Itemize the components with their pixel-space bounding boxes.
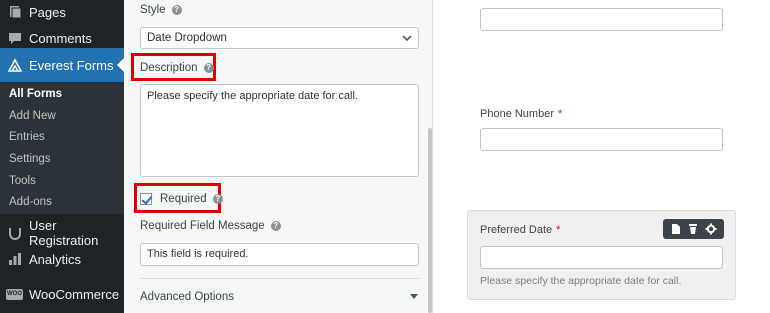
menu-item-analytics[interactable]: Analytics <box>0 242 124 276</box>
description-label-row: Description ? <box>140 62 214 74</box>
submenu-add-new[interactable]: Add New <box>9 110 56 122</box>
submenu-tools[interactable]: Tools <box>9 175 36 187</box>
description-textarea[interactable]: Please specify the appropriate date for … <box>140 84 419 177</box>
field-toolbar <box>663 219 724 239</box>
comments-icon <box>8 31 22 45</box>
woocommerce-icon: WOO <box>6 288 23 300</box>
advanced-options-toggle[interactable]: Advanced Options <box>140 291 419 303</box>
preferred-date-label-text: Preferred Date <box>480 224 553 236</box>
user-registration-icon <box>8 226 22 240</box>
phone-number-label: Phone Number * <box>480 108 562 120</box>
advanced-options-label: Advanced Options <box>140 291 234 303</box>
required-message-label: Required Field Message <box>140 220 265 232</box>
menu-item-label: Comments <box>29 30 92 46</box>
admin-sidebar: Pages Comments Everest Forms All Forms A… <box>0 0 124 313</box>
gear-icon[interactable] <box>704 222 718 236</box>
style-select-value: Date Dropdown <box>147 32 227 44</box>
submenu-settings[interactable]: Settings <box>9 153 51 165</box>
help-icon[interactable]: ? <box>212 194 223 204</box>
menu-item-everest-forms[interactable]: Everest Forms <box>0 48 124 82</box>
submenu-all-forms[interactable]: All Forms <box>9 88 62 100</box>
menu-item-label: Pages <box>29 4 66 20</box>
style-label: Style <box>140 4 166 16</box>
description-label: Description <box>140 62 198 74</box>
required-message-input[interactable]: This field is required. <box>140 243 419 266</box>
menu-item-label: Everest Forms <box>29 57 114 73</box>
trash-icon[interactable] <box>686 222 700 236</box>
style-select[interactable]: Date Dropdown <box>140 27 419 49</box>
help-icon[interactable]: ? <box>171 5 182 15</box>
field-options-panel: Style ? Date Dropdown Description ? Plea… <box>124 0 433 313</box>
caret-down-icon <box>409 291 419 303</box>
menu-item-woocommerce[interactable]: WOO WooCommerce <box>0 277 124 311</box>
required-checkbox[interactable] <box>140 193 152 205</box>
submenu-add-ons[interactable]: Add-ons <box>9 196 52 208</box>
active-indicator <box>117 58 124 72</box>
submenu-entries[interactable]: Entries <box>9 131 45 143</box>
phone-number-input[interactable] <box>480 128 723 151</box>
menu-item-label: WooCommerce <box>29 286 120 302</box>
duplicate-icon[interactable] <box>669 222 683 236</box>
section-divider <box>140 278 419 279</box>
menu-item-label: Analytics <box>29 251 82 267</box>
analytics-icon <box>8 252 22 266</box>
preferred-date-label: Preferred Date * <box>480 224 560 236</box>
required-row: Required ? <box>140 193 223 205</box>
required-asterisk: * <box>558 108 563 120</box>
help-icon[interactable]: ? <box>203 63 214 73</box>
everest-forms-icon <box>7 58 23 72</box>
form-preview: Phone Number * Preferred Date * Please spe… <box>434 0 770 313</box>
pages-icon <box>8 5 22 19</box>
required-label: Required <box>160 193 207 205</box>
required-asterisk: * <box>556 224 561 236</box>
panel-scrollbar[interactable] <box>428 128 432 313</box>
style-label-row: Style ? <box>140 4 182 16</box>
required-message-label-row: Required Field Message ? <box>140 220 281 232</box>
preferred-date-input[interactable] <box>480 246 723 269</box>
everest-forms-submenu: All Forms Add New Entries Settings Tools… <box>0 82 124 214</box>
chevron-down-icon <box>402 28 412 56</box>
preferred-date-description: Please specify the appropriate date for … <box>480 275 682 287</box>
help-icon[interactable]: ? <box>270 221 281 231</box>
phone-number-label-text: Phone Number <box>480 108 554 120</box>
preview-input-top[interactable] <box>480 8 723 31</box>
